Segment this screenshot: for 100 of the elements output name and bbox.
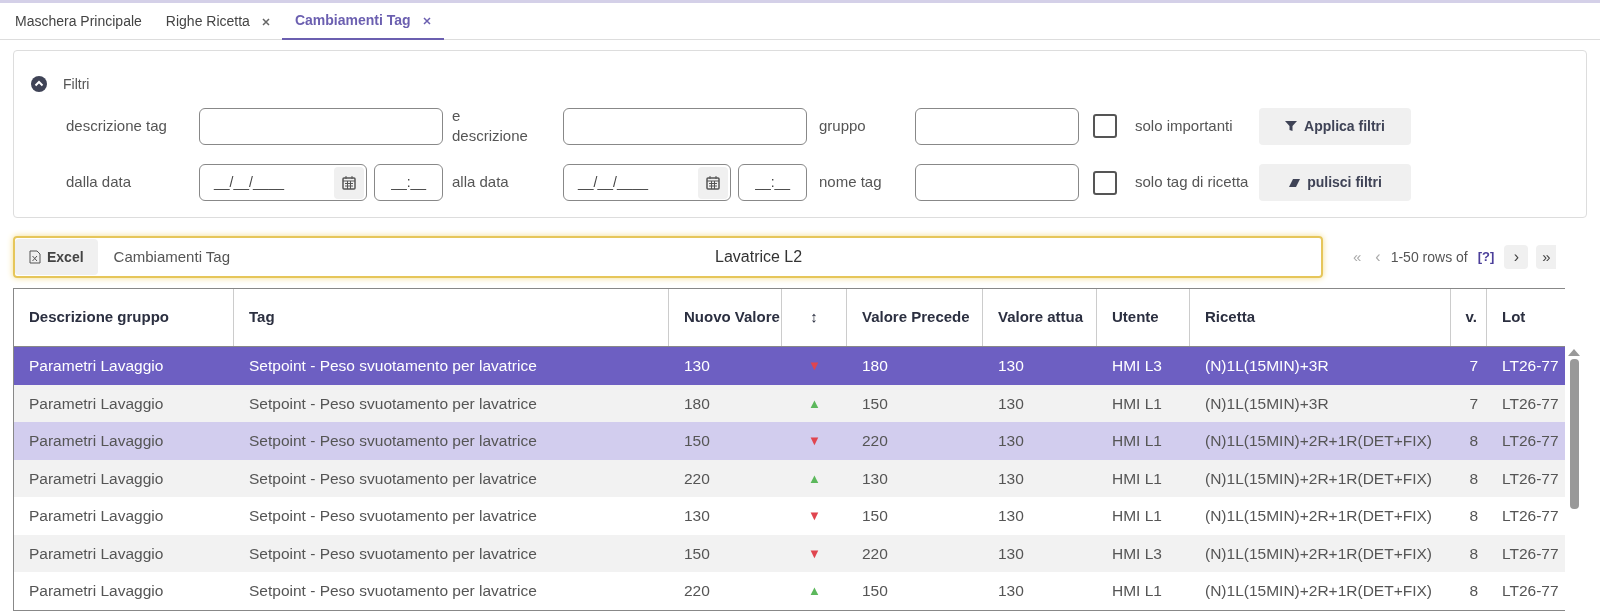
- table-cell-text: (N)1L(15MIN)+2R+1R(DET+FIX): [1205, 543, 1432, 564]
- text-field[interactable]: [563, 107, 807, 145]
- last-page-button[interactable]: »: [1536, 245, 1557, 269]
- table-cell-text: Setpoint - Peso svuotamento per lavatrice: [249, 356, 537, 377]
- column-header[interactable]: Tag: [249, 306, 275, 329]
- table-cell-text: HMI L3: [1112, 356, 1162, 377]
- filter-button[interactable]: Applica filtri: [1259, 107, 1411, 145]
- table-cell-text: 130: [998, 356, 1024, 377]
- text-field[interactable]: [199, 107, 443, 145]
- table-cell-text: (N)1L(15MIN)+2R+1R(DET+FIX): [1205, 581, 1432, 602]
- row-range: 1-50 rows of: [1390, 247, 1468, 267]
- date-field[interactable]: __/__/____: [563, 164, 732, 201]
- date-field[interactable]: __/__/____: [199, 164, 368, 201]
- eraser-icon: [1288, 176, 1301, 189]
- table-cell-text: HMI L1: [1112, 468, 1162, 489]
- table-cell-text: Setpoint - Peso svuotamento per lavatrice: [249, 581, 537, 602]
- table-row[interactable]: Parametri Lavaggio Setpoint - Peso svuotamento per lavatrice 220 ▲ 130 130 HMI L1 (N)1L(15MIN)+2R+1R(DET+FIX) 8 LT26-77: [14, 459, 1565, 497]
- table-cell-text: 150: [862, 581, 888, 602]
- calendar-icon[interactable]: [706, 175, 721, 190]
- table-cell-text: 180: [862, 356, 888, 377]
- filters-title: Filtri: [63, 74, 90, 94]
- table-cell-text: 130: [998, 543, 1024, 564]
- table-row[interactable]: Parametri Lavaggio Setpoint - Peso svuotamento per lavatrice 150 ▼ 220 130 HMI L1 (N)1L(15MIN)+2R+1R(DET+FIX) 8 LT26-77: [14, 422, 1565, 460]
- table-cell-text: 220: [862, 543, 888, 564]
- filter-button[interactable]: pulisci filtri: [1259, 164, 1411, 201]
- table-cell-text: Parametri Lavaggio: [29, 393, 164, 414]
- table-cell-text: LT26-77: [1502, 468, 1559, 489]
- time-field[interactable]: __:__: [374, 164, 443, 201]
- table-cell-text: LT26-77: [1502, 393, 1559, 414]
- table-cell-text: Parametri Lavaggio: [29, 468, 164, 489]
- table-cell-text: (N)1L(15MIN)+2R+1R(DET+FIX): [1205, 506, 1432, 527]
- total-link[interactable]: [?]: [1477, 247, 1495, 267]
- field-label: alla data: [452, 172, 510, 193]
- field-label: e descrizione: [452, 106, 529, 146]
- table-cell-text: 130: [862, 468, 888, 489]
- table-cell-text: 150: [862, 393, 888, 414]
- column-header[interactable]: v.: [1465, 306, 1477, 329]
- column-header[interactable]: Descrizione gruppo: [29, 306, 170, 329]
- trend-arrow: ▼: [808, 544, 821, 563]
- table-cell-text: 130: [684, 356, 710, 377]
- table-cell-text: 220: [684, 468, 710, 489]
- table-row[interactable]: Parametri Lavaggio Setpoint - Peso svuotamento per lavatrice 130 ▼ 180 130 HMI L3 (N)1L(15MIN)+3R 7 LT26-77: [14, 347, 1565, 385]
- scroll-up-icon[interactable]: [1568, 348, 1580, 356]
- checkbox[interactable]: [1093, 170, 1117, 195]
- trend-arrow: ▼: [808, 357, 821, 375]
- table-cell-text: 220: [684, 581, 710, 602]
- column-header[interactable]: Valore attua: [998, 306, 1084, 329]
- table-cell-text: (N)1L(15MIN)+3R: [1205, 356, 1329, 377]
- time-field[interactable]: __:__: [738, 164, 807, 201]
- trend-arrow: ▲: [808, 394, 821, 413]
- collapse-icon[interactable]: [31, 76, 47, 92]
- table-cell-text: (N)1L(15MIN)+3R: [1205, 393, 1329, 414]
- text-field[interactable]: [915, 107, 1079, 145]
- calendar-icon[interactable]: [342, 175, 357, 190]
- excel-button[interactable]: Excel: [15, 239, 98, 275]
- close-icon[interactable]: [261, 17, 270, 26]
- spreadsheet-file-icon: [29, 250, 41, 264]
- table-cell-text: 130: [998, 431, 1024, 452]
- table-cell-text: Setpoint - Peso svuotamento per lavatrice: [249, 431, 537, 452]
- table-cell-text: 8: [1469, 431, 1478, 452]
- table-cell-text: 8: [1469, 506, 1478, 527]
- table-cell-text: 130: [998, 468, 1024, 489]
- scrollbar-thumb[interactable]: [1569, 359, 1579, 509]
- close-icon[interactable]: [422, 16, 431, 25]
- table-cell-text: Parametri Lavaggio: [29, 506, 164, 527]
- table-cell-text: LT26-77: [1502, 431, 1559, 452]
- tab[interactable]: Righe Ricetta: [165, 11, 250, 32]
- next-page-button[interactable]: ›: [1504, 245, 1529, 269]
- field-label: nome tag: [819, 172, 883, 193]
- text-field[interactable]: [915, 164, 1079, 201]
- table-cell-text: 130: [684, 506, 710, 527]
- column-header[interactable]: Utente: [1112, 306, 1159, 329]
- table-cell-text: Parametri Lavaggio: [29, 356, 164, 377]
- table-cell-text: Parametri Lavaggio: [29, 431, 164, 452]
- table-cell-text: LT26-77: [1502, 506, 1559, 527]
- table-cell-text: (N)1L(15MIN)+2R+1R(DET+FIX): [1205, 431, 1432, 452]
- table-cell-text: 7: [1469, 356, 1478, 377]
- table-cell-text: Setpoint - Peso svuotamento per lavatrice: [249, 468, 537, 489]
- field-label: descrizione tag: [66, 115, 168, 136]
- checkbox[interactable]: [1093, 114, 1117, 138]
- tab[interactable]: Cambiamenti Tag: [294, 10, 411, 31]
- filter-icon: [1285, 120, 1298, 132]
- table-cell-text: HMI L1: [1112, 393, 1162, 414]
- table-title: Cambiamenti Tag: [113, 246, 231, 267]
- column-header[interactable]: ↕: [810, 306, 818, 329]
- column-header[interactable]: Ricetta: [1205, 306, 1256, 329]
- table-row[interactable]: Parametri Lavaggio Setpoint - Peso svuotamento per lavatrice 150 ▼ 220 130 HMI L3 (N)1L(15MIN)+2R+1R(DET+FIX) 8 LT26-77: [14, 534, 1565, 572]
- column-header[interactable]: Valore Precede: [862, 306, 970, 329]
- table-cell-text: 180: [684, 393, 710, 414]
- tab[interactable]: Maschera Principale: [15, 11, 142, 32]
- column-header[interactable]: Nuovo Valore: [684, 306, 780, 329]
- table-subtitle: Lavatrice L2: [715, 247, 803, 267]
- table-cell-text: HMI L1: [1112, 506, 1162, 527]
- table-cell-text: HMI L3: [1112, 543, 1162, 564]
- table-cell-text: Parametri Lavaggio: [29, 543, 164, 564]
- column-header[interactable]: Lot: [1502, 306, 1526, 329]
- table-cell-text: (N)1L(15MIN)+2R+1R(DET+FIX): [1205, 468, 1432, 489]
- table-cell-text: Setpoint - Peso svuotamento per lavatrice: [249, 393, 537, 414]
- table-cell-text: LT26-77: [1502, 356, 1559, 377]
- table-row[interactable]: Parametri Lavaggio Setpoint - Peso svuotamento per lavatrice 180 ▲ 150 130 HMI L1 (N)1L(15MIN)+3R 7 LT26-77: [14, 384, 1565, 422]
